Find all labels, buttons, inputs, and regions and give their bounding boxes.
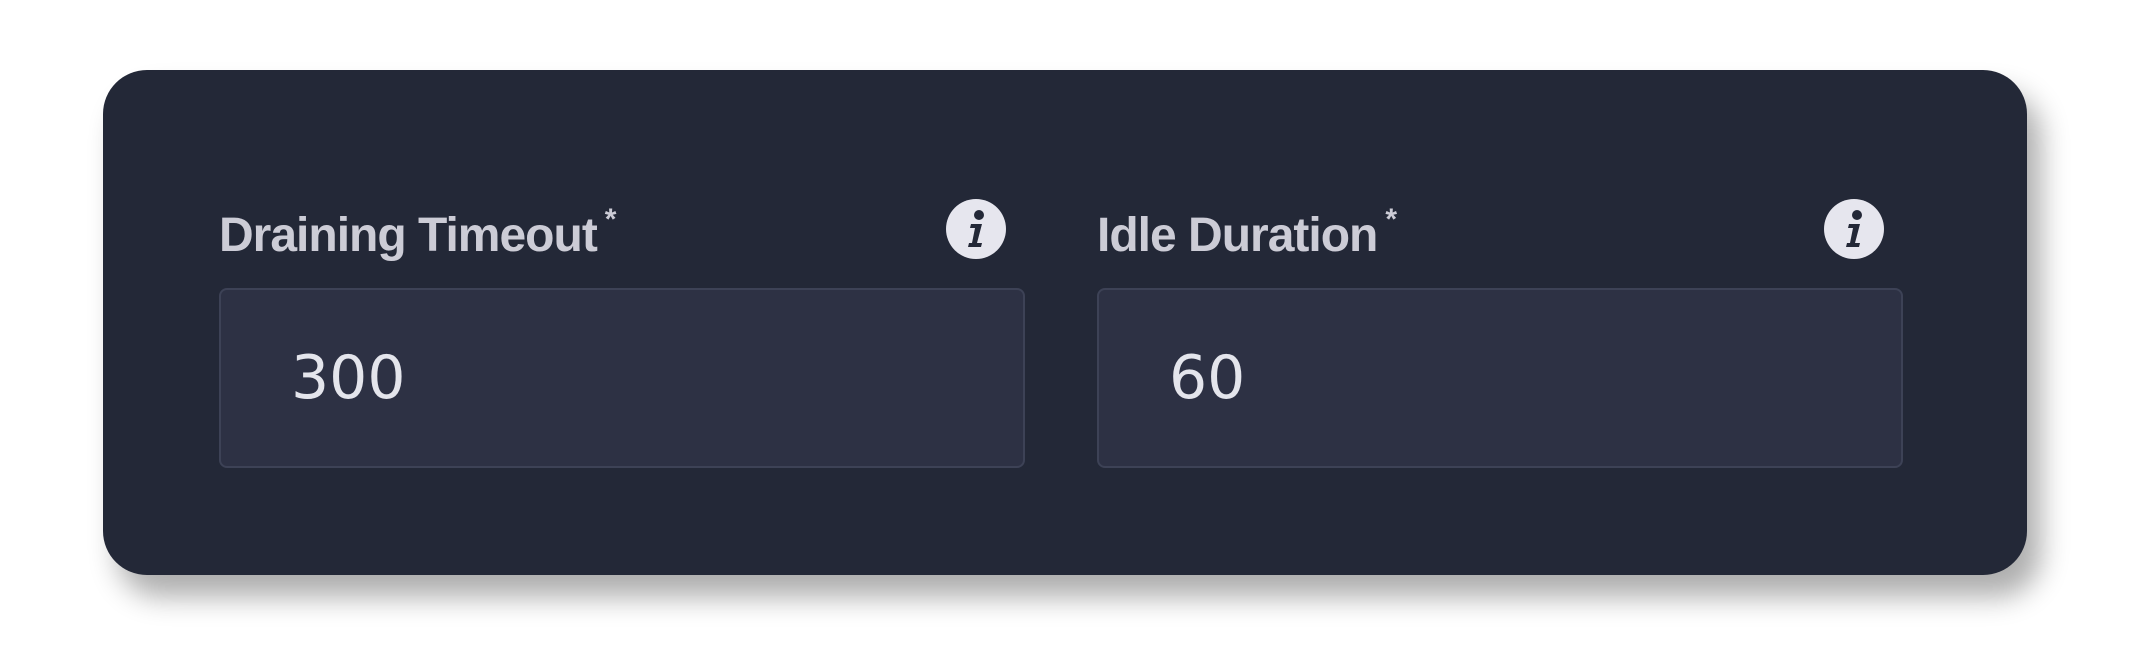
draining-timeout-input[interactable]: 300 xyxy=(219,288,1025,468)
draining-timeout-label-text: Draining Timeout xyxy=(219,209,598,262)
idle-duration-value: 60 xyxy=(1169,343,1246,413)
idle-duration-label-row: Idle Duration * xyxy=(1097,198,1903,262)
info-icon[interactable] xyxy=(945,198,1007,260)
required-marker: * xyxy=(604,203,617,236)
draining-timeout-value: 300 xyxy=(291,343,406,413)
idle-duration-input[interactable]: 60 xyxy=(1097,288,1903,468)
draining-timeout-label-row: Draining Timeout * xyxy=(219,198,1025,262)
required-marker: * xyxy=(1385,203,1397,236)
info-icon[interactable] xyxy=(1823,198,1885,260)
settings-card: Draining Timeout * 300 Idle Duration * 60 xyxy=(103,70,2027,575)
draining-timeout-label: Draining Timeout * xyxy=(219,203,616,272)
idle-duration-label-text: Idle Duration xyxy=(1097,209,1378,262)
idle-duration-label: Idle Duration * xyxy=(1097,203,1397,272)
